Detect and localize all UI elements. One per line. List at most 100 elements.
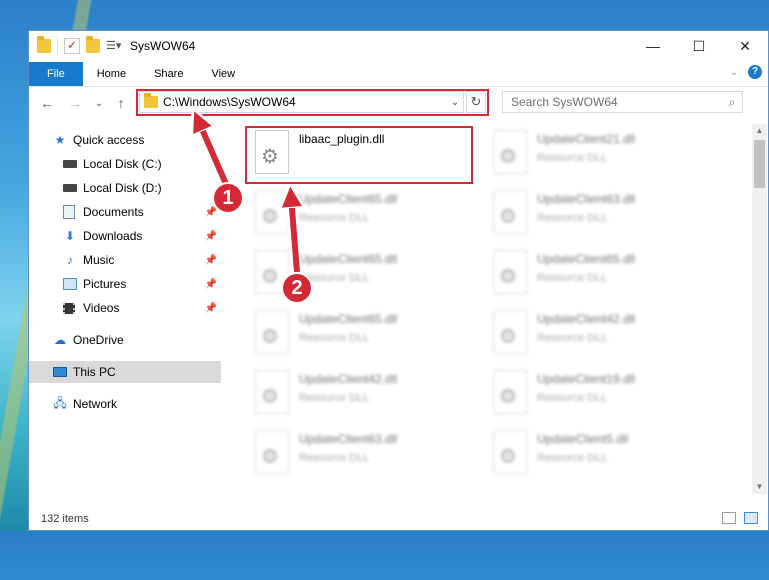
- file-name: UpdateClient65.dll: [299, 192, 398, 206]
- scroll-down-arrow-icon[interactable]: ▼: [752, 480, 767, 494]
- navigation-pane: ★ Quick access Local Disk (C:) Local Dis…: [29, 124, 221, 494]
- scroll-up-arrow-icon[interactable]: ▲: [752, 124, 767, 138]
- pictures-icon: [63, 278, 77, 290]
- file-item[interactable]: UpdateClient63.dll Resource DLL: [249, 426, 479, 484]
- dll-file-icon: [255, 430, 289, 474]
- recent-locations-button[interactable]: ⌄: [89, 93, 109, 113]
- file-name: UpdateClient65.dll: [299, 252, 398, 266]
- file-name: UpdateClient19.dll: [537, 372, 636, 386]
- file-item[interactable]: UpdateClient65.dll Resource DLL: [249, 186, 479, 244]
- file-item-libaac-plugin[interactable]: libaac_plugin.dll: [249, 126, 479, 184]
- file-list: libaac_plugin.dll UpdateClient65.dll Res…: [245, 124, 738, 494]
- file-item[interactable]: UpdateClient42.dll Resource DLL: [249, 366, 479, 424]
- tab-file[interactable]: File: [29, 62, 83, 86]
- details-view-icon[interactable]: [722, 512, 736, 524]
- maximize-button[interactable]: ☐: [676, 31, 722, 61]
- file-type: Resource DLL: [537, 272, 608, 284]
- step-1-badge: 1: [212, 182, 244, 214]
- file-name: UpdateClient5.dll: [537, 432, 629, 446]
- file-type: Resource DLL: [299, 212, 370, 224]
- file-type: Resource DLL: [537, 392, 608, 404]
- dll-file-icon: [493, 190, 527, 234]
- sidebar-item-local-disk-d[interactable]: Local Disk (D:): [29, 177, 221, 199]
- pin-icon[interactable]: 📌: [205, 231, 217, 242]
- refresh-button[interactable]: ↻: [466, 91, 486, 113]
- file-item[interactable]: UpdateClient19.dll Resource DLL: [487, 366, 717, 424]
- sidebar-item-onedrive[interactable]: ☁ OneDrive: [29, 329, 221, 351]
- quick-access-toolbar: ✓ ☰▾: [37, 36, 121, 54]
- file-name: UpdateClient63.dll: [299, 432, 398, 446]
- dll-file-icon: [493, 250, 527, 294]
- tiles-view-icon[interactable]: [744, 512, 758, 524]
- file-type: Resource DLL: [299, 452, 370, 464]
- search-icon[interactable]: ⌕: [722, 95, 742, 110]
- sidebar-item-label: Pictures: [83, 277, 127, 291]
- file-item[interactable]: UpdateClient63.dll Resource DLL: [487, 186, 717, 244]
- file-type: Resource DLL: [537, 452, 608, 464]
- cloud-icon: ☁: [54, 333, 66, 347]
- item-count: 132 items: [41, 513, 89, 525]
- window-title: SysWOW64: [130, 39, 196, 53]
- folder-icon: [37, 36, 51, 53]
- sidebar-item-documents[interactable]: Documents 📌: [29, 201, 221, 223]
- file-name: UpdateClient65.dll: [299, 312, 398, 326]
- dll-file-icon: [255, 130, 289, 174]
- search-input[interactable]: [509, 94, 722, 110]
- vertical-scrollbar[interactable]: ▲ ▼: [752, 124, 767, 494]
- expand-ribbon-chevron-icon[interactable]: ⌄: [730, 67, 738, 78]
- file-name: UpdateClient21.dll: [537, 132, 636, 146]
- file-item[interactable]: UpdateClient21.dll Resource DLL: [487, 126, 717, 184]
- close-button[interactable]: ✕: [722, 31, 768, 61]
- sidebar-item-videos[interactable]: Videos 📌: [29, 297, 221, 319]
- pin-icon[interactable]: 📌: [205, 303, 217, 314]
- help-icon[interactable]: ?: [748, 65, 762, 79]
- pin-icon[interactable]: 📌: [205, 255, 217, 266]
- file-item[interactable]: UpdateClient5.dll Resource DLL: [487, 426, 717, 484]
- new-folder-icon[interactable]: [86, 36, 100, 53]
- sidebar-item-label: This PC: [73, 365, 116, 379]
- sidebar-item-pictures[interactable]: Pictures 📌: [29, 273, 221, 295]
- sidebar-item-label: Music: [83, 253, 115, 267]
- customize-toolbar-icon[interactable]: ☰▾: [106, 39, 121, 53]
- file-type: Resource DLL: [537, 332, 608, 344]
- sidebar-item-label: Quick access: [73, 133, 145, 147]
- properties-check-icon[interactable]: ✓: [64, 38, 80, 54]
- file-item[interactable]: UpdateClient65.dll Resource DLL: [249, 306, 479, 364]
- file-item[interactable]: UpdateClient42.dll Resource DLL: [487, 306, 717, 364]
- sidebar-item-network[interactable]: 🖧 Network: [29, 393, 221, 415]
- forward-button[interactable]: →: [65, 93, 85, 113]
- search-box[interactable]: ⌕: [502, 91, 743, 113]
- file-name: UpdateClient42.dll: [537, 312, 636, 326]
- sidebar-item-label: Downloads: [83, 229, 143, 243]
- sidebar-item-this-pc[interactable]: This PC: [29, 361, 221, 383]
- sidebar-item-music[interactable]: ♪ Music 📌: [29, 249, 221, 271]
- minimize-button[interactable]: —: [630, 31, 676, 61]
- documents-icon: [63, 205, 75, 219]
- tab-view[interactable]: View: [197, 62, 249, 86]
- file-type: Resource DLL: [299, 332, 370, 344]
- explorer-window: ✓ ☰▾ SysWOW64 — ☐ ✕ File Home Share View…: [28, 30, 769, 531]
- file-name: UpdateClient65.dll: [537, 252, 636, 266]
- downloads-icon: ⬇: [64, 229, 76, 243]
- address-bar[interactable]: C:\Windows\SysWOW64 ⌄: [139, 91, 464, 113]
- file-type: Resource DLL: [537, 152, 608, 164]
- sidebar-item-label: Videos: [83, 301, 120, 315]
- sidebar-item-quick-access[interactable]: ★ Quick access: [29, 129, 221, 151]
- drive-icon: [63, 184, 77, 192]
- dll-file-icon: [255, 370, 289, 414]
- dll-file-icon: [255, 310, 289, 354]
- file-item[interactable]: UpdateClient65.dll Resource DLL: [487, 246, 717, 304]
- up-button[interactable]: ↑: [111, 93, 131, 113]
- dll-file-icon: [255, 190, 289, 234]
- address-path[interactable]: C:\Windows\SysWOW64: [163, 95, 447, 109]
- address-dropdown-chevron-icon[interactable]: ⌄: [447, 97, 463, 108]
- sidebar-item-downloads[interactable]: ⬇ Downloads 📌: [29, 225, 221, 247]
- sidebar-item-label: Documents: [83, 205, 144, 219]
- tab-share[interactable]: Share: [140, 62, 197, 86]
- back-button[interactable]: ←: [37, 93, 57, 113]
- pin-icon[interactable]: 📌: [205, 279, 217, 290]
- tab-home[interactable]: Home: [83, 62, 140, 86]
- file-name: UpdateClient63.dll: [537, 192, 636, 206]
- sidebar-item-local-disk-c[interactable]: Local Disk (C:): [29, 153, 221, 175]
- scroll-thumb[interactable]: [754, 140, 765, 188]
